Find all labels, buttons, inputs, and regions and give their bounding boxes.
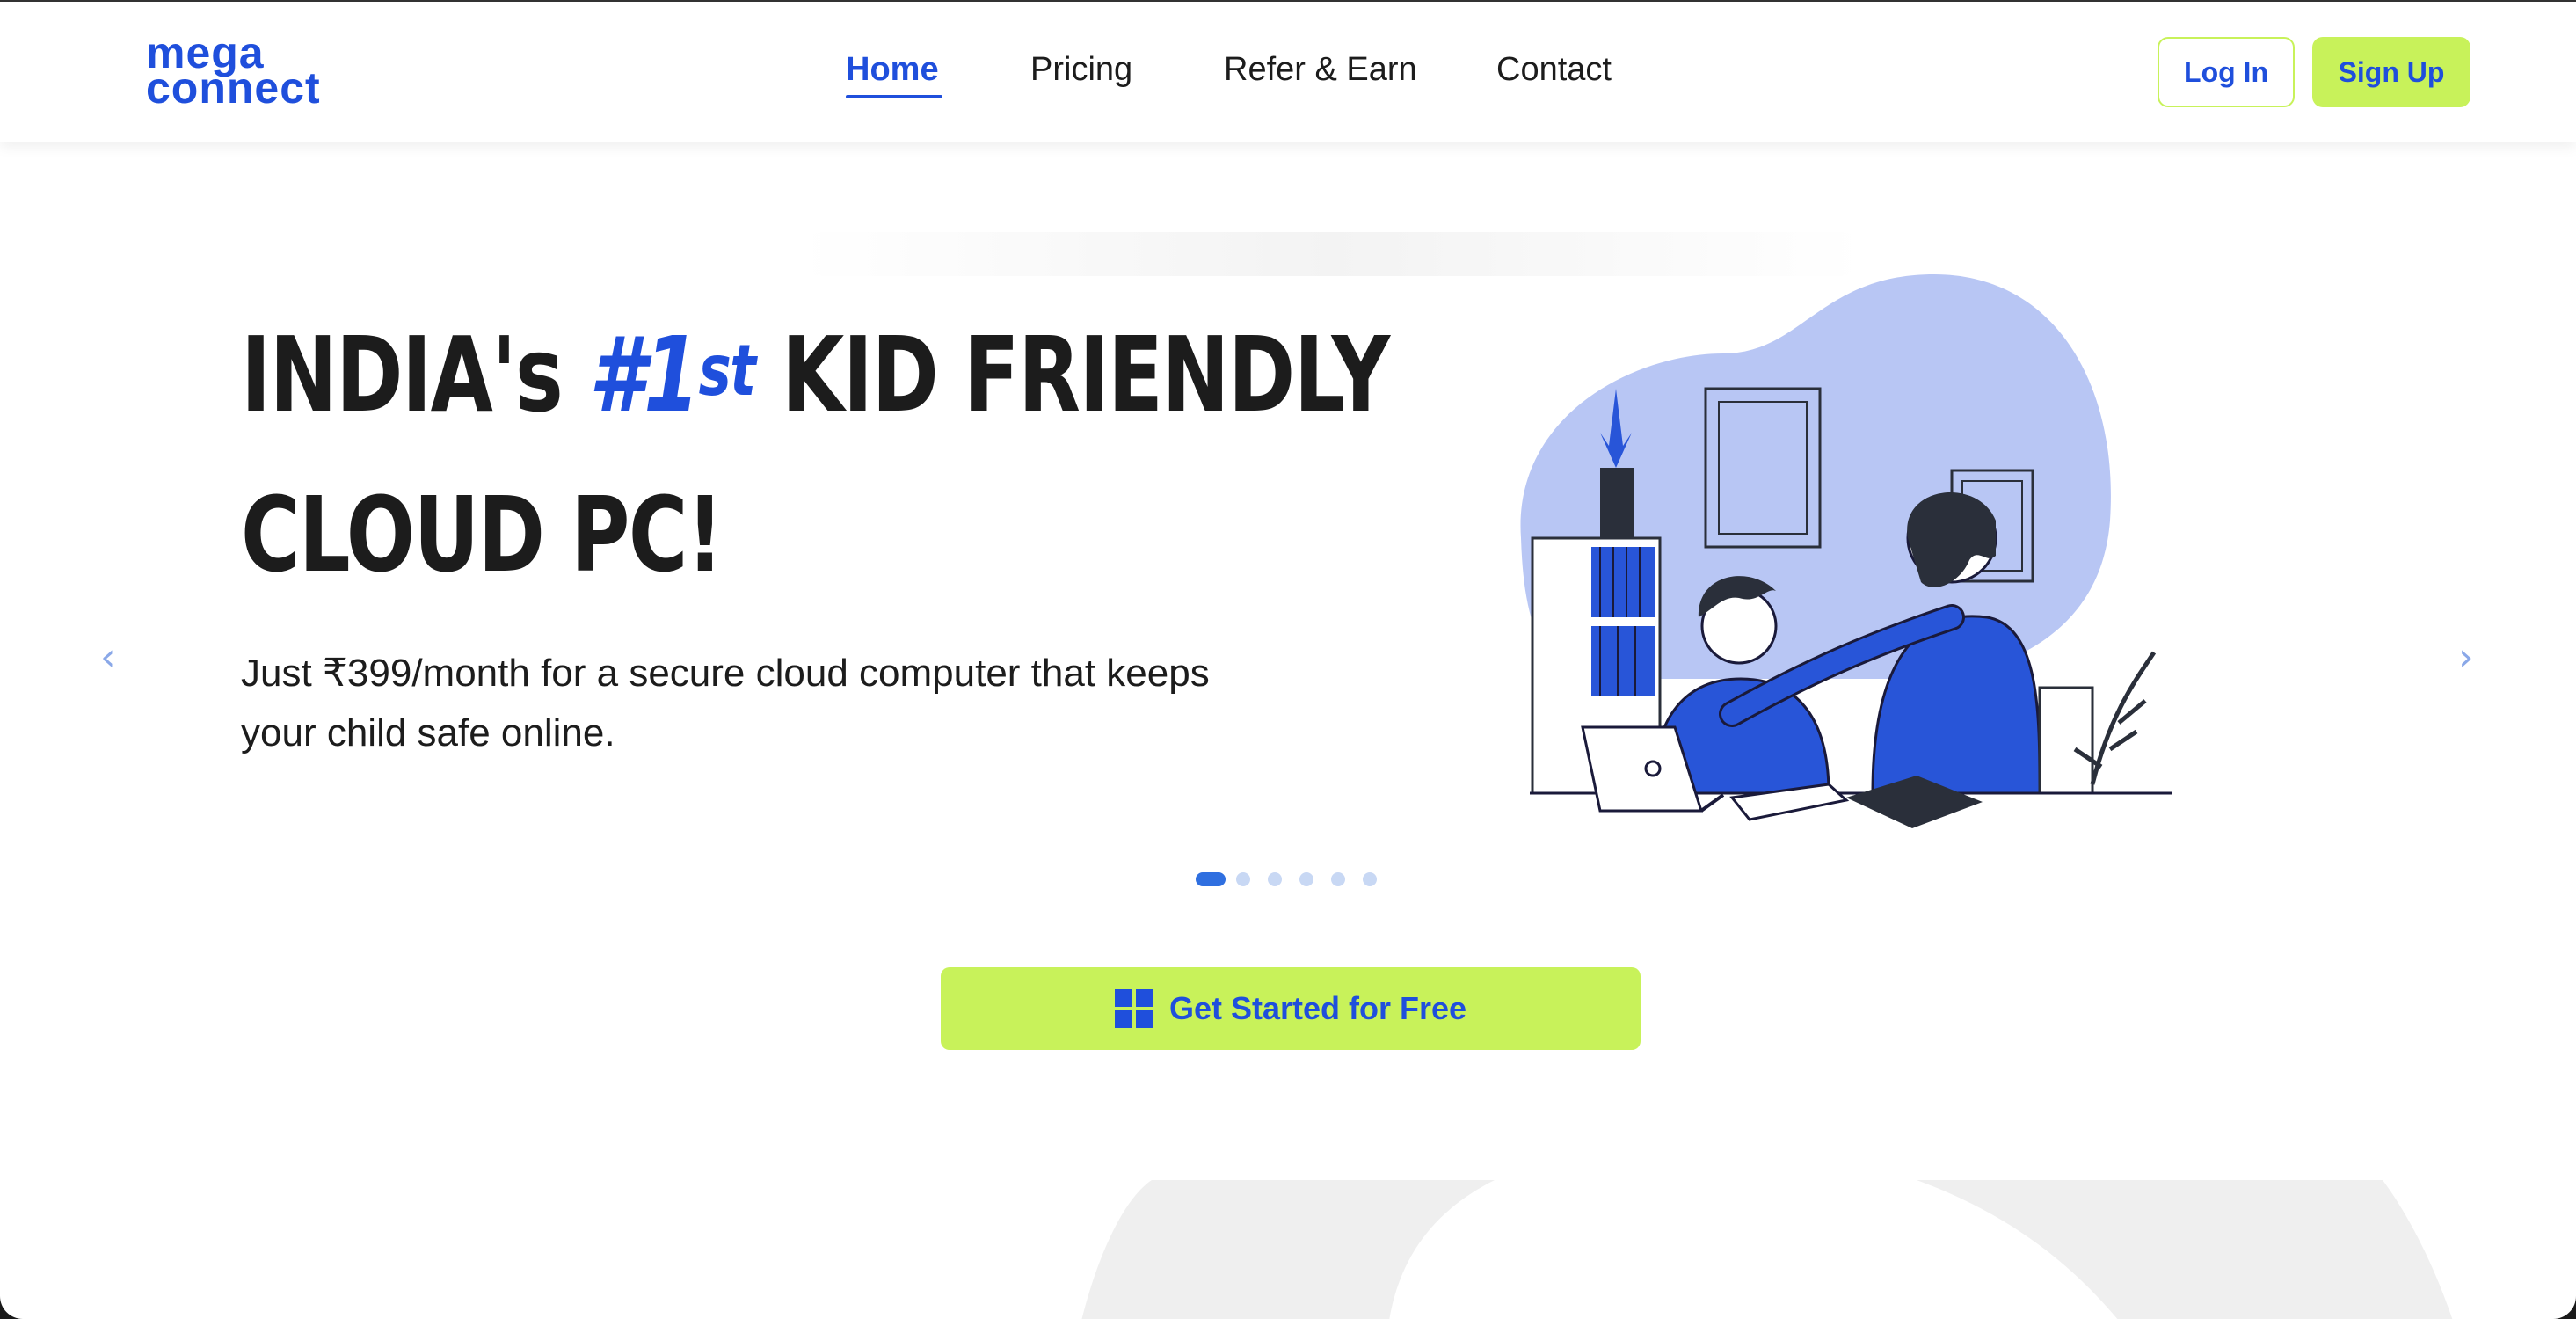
nav-home-label: Home	[846, 51, 939, 88]
hero-title-suffix: KID FRIENDLY	[782, 314, 1390, 435]
hero-title-number: #1	[588, 314, 701, 435]
logo-line-2: connect	[146, 63, 321, 113]
carousel-dot-2[interactable]	[1236, 872, 1250, 886]
carousel-next-button[interactable]: ›	[2458, 635, 2474, 680]
site-header: mega connect Home Pricing Refer & Earn C…	[0, 2, 2576, 142]
get-started-button[interactable]: Get Started for Free	[941, 967, 1641, 1050]
carousel-prev-button[interactable]: ‹	[100, 635, 116, 680]
hero-title: INDIA's #1st KID FRIENDLY CLOUD PC!	[241, 301, 1390, 608]
plant-pot	[1600, 468, 1634, 538]
chevron-right-icon: ›	[2458, 635, 2474, 680]
hero-subtitle: Just ₹399/month for a secure cloud compu…	[241, 652, 1210, 754]
nav-pricing[interactable]: Pricing	[1030, 51, 1132, 89]
chevron-left-icon: ‹	[100, 635, 116, 680]
hero-title-sup: st	[698, 330, 756, 412]
nav-contact-label: Contact	[1496, 51, 1612, 88]
nav-home[interactable]: Home	[846, 51, 942, 98]
megaconnect-logo[interactable]: mega connect	[146, 31, 357, 113]
nav-contact[interactable]: Contact	[1496, 51, 1612, 89]
nav-refer-earn[interactable]: Refer & Earn	[1224, 51, 1417, 89]
carousel-dot-6[interactable]	[1363, 872, 1377, 886]
hero-title-prefix: INDIA's	[241, 314, 564, 435]
nav-pricing-label: Pricing	[1030, 51, 1133, 88]
carousel-dot-4[interactable]	[1299, 872, 1313, 886]
hero-title-line-2: CLOUD PC!	[241, 474, 724, 595]
carousel-dot-5[interactable]	[1331, 872, 1345, 886]
signup-button[interactable]: Sign Up	[2312, 37, 2470, 107]
active-nav-underline	[846, 95, 942, 98]
get-started-label: Get Started for Free	[1168, 990, 1467, 1026]
login-button[interactable]: Log In	[2158, 37, 2295, 107]
carousel-dot-1[interactable]	[1196, 872, 1226, 886]
hero-title-accent: #1st	[588, 314, 756, 435]
nav-refer-earn-label: Refer & Earn	[1224, 51, 1417, 88]
decorative-background-shape	[1081, 1180, 2453, 1319]
browser-frame: mega connect Home Pricing Refer & Earn C…	[0, 0, 2576, 1319]
windows-icon	[1114, 989, 1153, 1028]
hero-title-line-1: INDIA's #1st KID FRIENDLY	[241, 301, 1390, 461]
carousel-dot-3[interactable]	[1268, 872, 1282, 886]
parent-child-computer-illustration	[1520, 274, 2172, 828]
